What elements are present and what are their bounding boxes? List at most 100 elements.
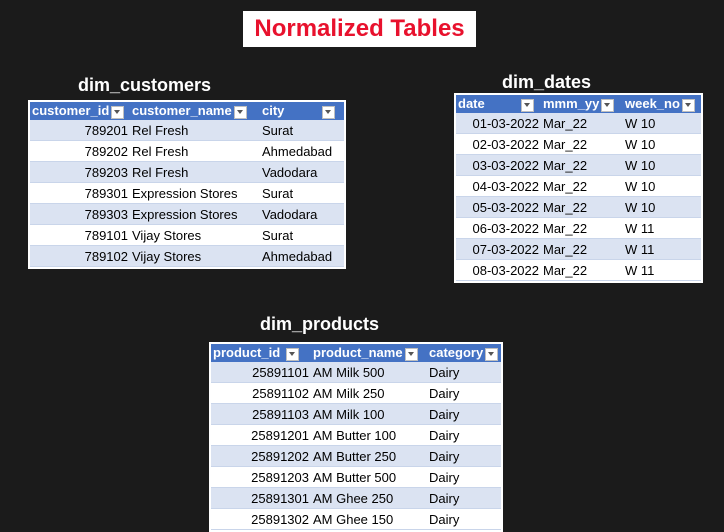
filter-dropdown-icon[interactable] [485,347,499,361]
table-cell[interactable]: Rel Fresh [130,161,260,183]
table-cell[interactable]: Surat [260,182,344,204]
dim-products-title: dim_products [260,314,380,334]
table-cell[interactable]: 08-03-2022 [456,259,541,281]
table-cell[interactable]: 25891101 [211,362,311,383]
column-header-product-name[interactable]: product_name [311,344,427,362]
table-cell[interactable]: Mar_22 [541,175,623,197]
table-cell[interactable]: 789102 [30,245,130,267]
table-cell[interactable]: Mar_22 [541,238,623,260]
table-cell[interactable]: 25891103 [211,403,311,425]
table-cell[interactable]: 25891203 [211,466,311,488]
table-row: 789102 Vijay Stores Ahmedabad [30,245,344,267]
table-cell[interactable]: Dairy [427,362,501,383]
table-row: 07-03-2022 Mar_22 W 11 [456,238,701,260]
table-cell[interactable]: 02-03-2022 [456,133,541,155]
table-cell[interactable]: Dairy [427,508,501,530]
table-cell[interactable]: W 11 [623,217,701,239]
table-cell[interactable]: 03-03-2022 [456,154,541,176]
page-title: Normalized Tables [243,11,476,47]
table-cell[interactable]: 06-03-2022 [456,217,541,239]
table-cell[interactable]: 789202 [30,140,130,162]
table-cell[interactable]: 25891201 [211,424,311,446]
table-cell[interactable]: 01-03-2022 [456,113,541,134]
table-cell[interactable]: Vijay Stores [130,245,260,267]
filter-dropdown-icon[interactable] [601,98,615,112]
table-cell[interactable]: AM Butter 500 [311,466,427,488]
table-cell[interactable]: 789203 [30,161,130,183]
column-header-date[interactable]: date [456,95,541,113]
table-row: 05-03-2022 Mar_22 W 10 [456,196,701,218]
table-cell[interactable]: 25891301 [211,487,311,509]
column-header-customer-id[interactable]: customer_id [30,102,130,120]
table-cell[interactable]: AM Ghee 250 [311,487,427,509]
table-cell[interactable]: 25891302 [211,508,311,530]
filter-dropdown-icon[interactable] [681,98,695,112]
table-cell[interactable]: 789301 [30,182,130,204]
table-cell[interactable]: 25891102 [211,382,311,404]
table-cell[interactable]: Surat [260,224,344,246]
table-cell[interactable]: Dairy [427,445,501,467]
table-cell[interactable]: Mar_22 [541,154,623,176]
table-row: 01-03-2022 Mar_22 W 10 [456,113,701,134]
table-cell[interactable]: W 11 [623,259,701,281]
table-cell[interactable]: AM Ghee 150 [311,508,427,530]
table-cell[interactable]: Rel Fresh [130,120,260,141]
table-cell[interactable]: W 10 [623,133,701,155]
table-cell[interactable]: AM Butter 100 [311,424,427,446]
table-cell[interactable]: W 10 [623,154,701,176]
table-cell[interactable]: Mar_22 [541,259,623,281]
table-cell[interactable]: Vijay Stores [130,224,260,246]
filter-dropdown-icon[interactable] [520,98,534,112]
table-cell[interactable]: Mar_22 [541,133,623,155]
table-cell[interactable]: Vadodara [260,203,344,225]
table-cell[interactable]: Vadodara [260,161,344,183]
table-cell[interactable]: 789303 [30,203,130,225]
table-cell[interactable]: Rel Fresh [130,140,260,162]
table-cell[interactable]: Dairy [427,382,501,404]
table-cell[interactable]: AM Milk 500 [311,362,427,383]
table-cell[interactable]: Expression Stores [130,182,260,204]
column-header-product-id[interactable]: product_id [211,344,311,362]
filter-dropdown-icon[interactable] [322,105,336,119]
table-cell[interactable]: AM Milk 100 [311,403,427,425]
column-header-mmm-yy[interactable]: mmm_yy [541,95,623,113]
filter-dropdown-icon[interactable] [111,105,125,119]
table-cell[interactable]: 04-03-2022 [456,175,541,197]
table-row: 789203 Rel Fresh Vadodara [30,161,344,183]
table-row: 25891101 AM Milk 500 Dairy [211,362,501,383]
table-row: 25891302 AM Ghee 150 Dairy [211,508,501,530]
table-row: 789201 Rel Fresh Surat [30,120,344,141]
table-cell[interactable]: Surat [260,120,344,141]
table-cell[interactable]: Dairy [427,403,501,425]
table-cell[interactable]: W 10 [623,196,701,218]
table-cell[interactable]: AM Butter 250 [311,445,427,467]
table-cell[interactable]: Dairy [427,487,501,509]
table-cell[interactable]: 25891202 [211,445,311,467]
table-cell[interactable]: Ahmedabad [260,140,344,162]
table-cell[interactable]: Expression Stores [130,203,260,225]
table-cell[interactable]: W 10 [623,113,701,134]
table-cell[interactable]: Dairy [427,466,501,488]
table-cell[interactable]: Mar_22 [541,217,623,239]
table-row: 04-03-2022 Mar_22 W 10 [456,175,701,197]
table-cell[interactable]: 05-03-2022 [456,196,541,218]
table-cell[interactable]: AM Milk 250 [311,382,427,404]
table-cell[interactable]: 789201 [30,120,130,141]
table-row: 25891203 AM Butter 500 Dairy [211,466,501,488]
table-cell[interactable]: Ahmedabad [260,245,344,267]
column-header-week-no[interactable]: week_no [623,95,701,113]
table-cell[interactable]: W 10 [623,175,701,197]
table-cell[interactable]: 07-03-2022 [456,238,541,260]
column-header-category[interactable]: category [427,344,501,362]
column-header-customer-name[interactable]: customer_name [130,102,260,120]
table-cell[interactable]: W 11 [623,238,701,260]
table-cell[interactable]: Dairy [427,424,501,446]
filter-dropdown-icon[interactable] [233,105,247,119]
table-cell[interactable]: Mar_22 [541,196,623,218]
table-row: 789301 Expression Stores Surat [30,182,344,204]
column-header-city[interactable]: city [260,102,344,120]
table-cell[interactable]: Mar_22 [541,113,623,134]
filter-dropdown-icon[interactable] [404,347,418,361]
table-cell[interactable]: 789101 [30,224,130,246]
filter-dropdown-icon[interactable] [286,347,300,361]
